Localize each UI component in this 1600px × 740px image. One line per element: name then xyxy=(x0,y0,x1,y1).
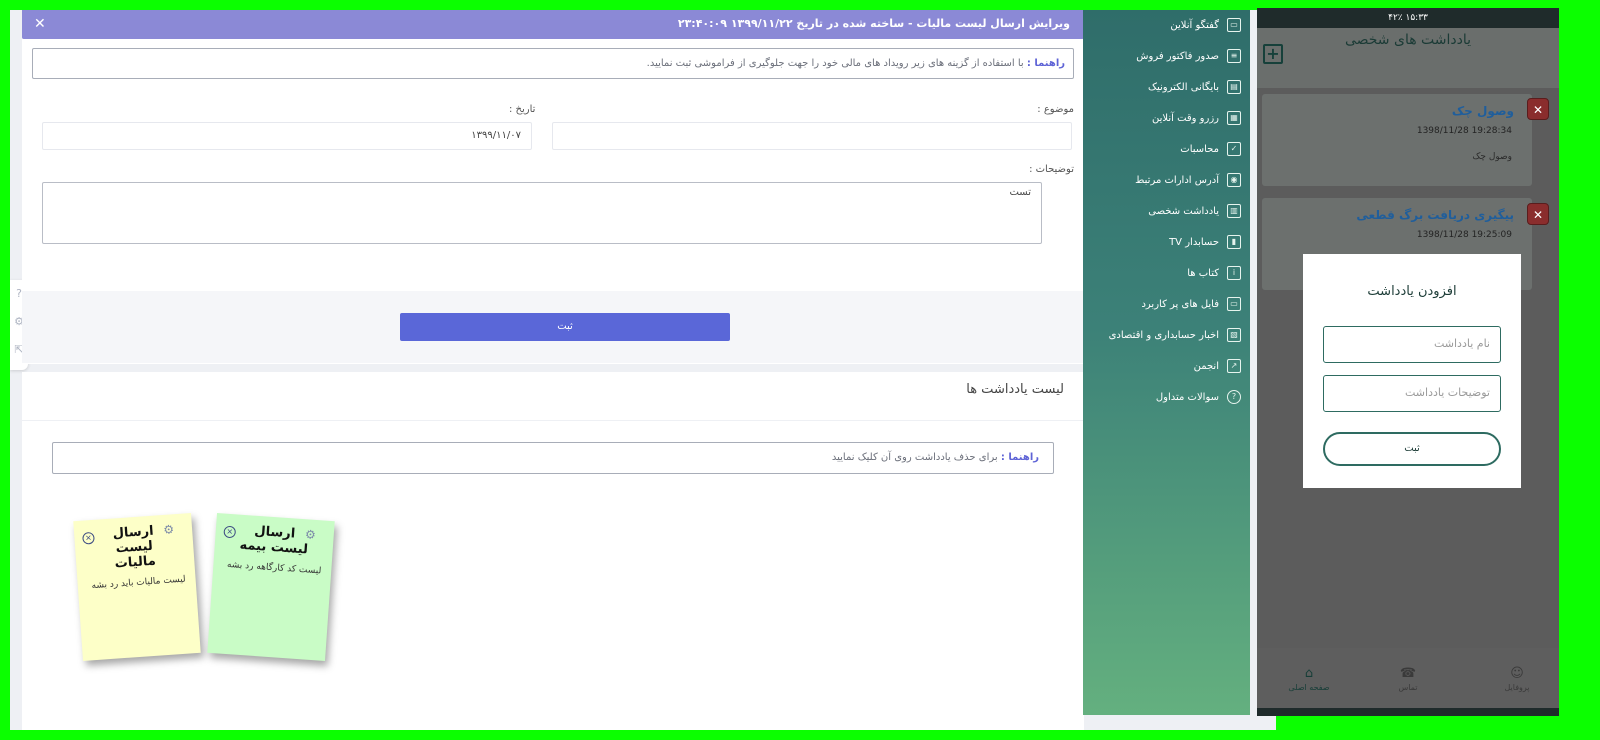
note-body: لیست مالیات باید رد بشه xyxy=(91,574,186,592)
list-hint-text: برای حذف یادداشت روی آن کلیک نمایید xyxy=(831,452,998,463)
sidebar-item-files[interactable]: ▭ فایل های پر کاربرد xyxy=(1091,294,1241,316)
notes-icon: ▥ xyxy=(1227,204,1241,218)
sidebar-item-forum[interactable]: ↗ انجمن xyxy=(1091,356,1241,378)
sidebar-item-label: کتاب ها xyxy=(1187,268,1219,279)
nav-label: پروفایل xyxy=(1504,683,1530,692)
note-date: 1398/11/28 19:28:34 xyxy=(1416,126,1512,136)
archive-icon: ▤ xyxy=(1227,80,1241,94)
sidebar-item-books[interactable]: i کتاب ها xyxy=(1091,263,1241,285)
note-title: وصول چک xyxy=(1451,104,1514,118)
divider xyxy=(22,420,1084,421)
sticky-note[interactable]: ⚙ × ارسال لیست مالیات لیست مالیات باید ر… xyxy=(73,513,201,661)
file-icon: ▭ xyxy=(1227,297,1241,311)
gear-icon[interactable]: ⚙ xyxy=(163,522,175,537)
page-title: یادداشت های شخصی xyxy=(1344,32,1472,48)
sidebar-item-archive[interactable]: ▤ بایگانی الکترونیک xyxy=(1091,77,1241,99)
forum-icon: ↗ xyxy=(1227,359,1241,373)
film-icon: ▮ xyxy=(1227,235,1241,249)
note-description-input[interactable]: توضیحات یادداشت xyxy=(1323,375,1501,412)
sidebar-item-faq[interactable]: ? سوالات متداول xyxy=(1091,387,1241,409)
sidebar-item-invoice[interactable]: ≡ صدور فاکتور فروش xyxy=(1091,46,1241,68)
sidebar-item-booking[interactable]: ▦ رزرو وقت آنلاین xyxy=(1091,108,1241,130)
gear-icon[interactable]: ⚙ xyxy=(305,527,317,542)
sidebar: ▭ گفتگو آنلاین ≡ صدور فاکتور فروش ▤ بایگانی… xyxy=(1083,10,1250,715)
sidebar-item-label: آدرس ادارات مرتبط xyxy=(1135,175,1219,186)
question-icon: ? xyxy=(1227,390,1241,404)
nav-label: تماس xyxy=(1398,683,1418,692)
nav-profile[interactable]: ☺ پروفایل xyxy=(1477,666,1557,692)
dialog-submit-button[interactable]: ثبت xyxy=(1323,432,1501,466)
system-nav-bar xyxy=(1257,708,1559,716)
home-icon: ⌂ xyxy=(1304,666,1314,681)
submit-bar: ثبت xyxy=(22,291,1084,363)
hint-label: راهنما : xyxy=(1026,58,1065,69)
subject-input[interactable] xyxy=(552,122,1072,150)
sidebar-item-label: رزرو وقت آنلاین xyxy=(1151,113,1219,124)
note-date: 1398/11/28 19:25:09 xyxy=(1416,230,1512,240)
sidebar-item-addresses[interactable]: ◉ آدرس ادارات مرتبط xyxy=(1091,170,1241,192)
sidebar-item-label: محاسبات xyxy=(1180,144,1219,155)
modal-header: ویرایش ارسال لیست مالیات - ساخته شده در … xyxy=(22,10,1084,39)
note-body: لیست کد کارگاهه رد بشه xyxy=(226,559,322,577)
sidebar-item-label: انجمن xyxy=(1193,361,1219,372)
sidebar-item-label: بایگانی الکترونیک xyxy=(1148,82,1219,93)
user-icon: ☺ xyxy=(1510,666,1524,681)
sidebar-item-label: گفتگو آنلاین xyxy=(1170,20,1219,31)
calendar-icon: ▦ xyxy=(1227,111,1241,125)
clipboard-icon: ✓ xyxy=(1227,142,1241,156)
nav-home[interactable]: ⌂ صفحه اصلی xyxy=(1269,666,1349,692)
list-hint-box: راهنما : برای حذف یادداشت روی آن کلیک نم… xyxy=(52,442,1054,474)
book-icon: i xyxy=(1227,266,1241,280)
note-description: وصول چک xyxy=(1472,152,1512,162)
sidebar-item-tv[interactable]: ▮ حسابدار TV xyxy=(1091,232,1241,254)
hint-text: با استفاده از گزینه های زیر رویداد های م… xyxy=(646,58,1024,69)
status-bar: ۱۵:۳۳ ۴۲٪ xyxy=(1257,8,1559,28)
date-input[interactable]: ۱۳۹۹/۱۱/۰۷ xyxy=(42,122,532,150)
sidebar-item-label: سوالات متداول xyxy=(1155,392,1219,403)
add-note-dialog: افزودن یادداشت نام یادداشت توضیحات یاددا… xyxy=(1303,254,1521,488)
sidebar-item-label: حسابدار TV xyxy=(1169,237,1219,248)
edit-form: راهنما : با استفاده از گزینه های زیر روی… xyxy=(22,39,1084,364)
delete-icon[interactable]: × xyxy=(223,525,237,539)
submit-button[interactable]: ثبت xyxy=(400,313,730,341)
bottom-nav: ☺ پروفایل ☎ تماس ⌂ صفحه اصلی xyxy=(1257,648,1559,708)
sidebar-item-personal-notes[interactable]: ▥ یادداشت شخصی xyxy=(1091,201,1241,223)
note-title: ارسال لیست بیمه xyxy=(239,523,309,558)
chat-icon: ▭ xyxy=(1227,18,1241,32)
description-label: توضیحات : xyxy=(1029,164,1074,175)
note-title: پیگیری دریافت برگ قطعی xyxy=(1356,208,1514,222)
map-pin-icon: ◉ xyxy=(1227,173,1241,187)
hint-box: راهنما : با استفاده از گزینه های زیر روی… xyxy=(32,48,1074,79)
trash-icon[interactable]: ✕ xyxy=(1527,98,1549,120)
invoice-icon: ≡ xyxy=(1227,49,1241,63)
subject-label: موضوع : xyxy=(1037,104,1074,115)
sidebar-item-label: صدور فاکتور فروش xyxy=(1136,51,1219,62)
list-item[interactable]: وصول چک 1398/11/28 19:28:34 وصول چک xyxy=(1262,94,1532,186)
notes-list-title: لیست یادداشت ها xyxy=(966,382,1064,397)
dialog-title: افزودن یادداشت xyxy=(1367,284,1457,299)
note-title: ارسال لیست مالیات xyxy=(112,523,157,572)
modal-title: ویرایش ارسال لیست مالیات - ساخته شده در … xyxy=(677,17,1070,30)
nav-label: صفحه اصلی xyxy=(1288,683,1330,692)
close-icon[interactable]: ✕ xyxy=(34,10,46,38)
phone-icon: ☎ xyxy=(1399,666,1417,681)
sidebar-item-news[interactable]: ▧ اخبار حسابداری و اقتصادی xyxy=(1091,325,1241,347)
sidebar-item-label: فایل های پر کاربرد xyxy=(1141,299,1219,310)
nav-contact[interactable]: ☎ تماس xyxy=(1368,666,1448,692)
sticky-note[interactable]: ⚙ × ارسال لیست بیمه لیست کد کارگاهه رد ب… xyxy=(207,513,335,661)
sidebar-item-label: یادداشت شخصی xyxy=(1148,206,1219,217)
news-icon: ▧ xyxy=(1227,328,1241,342)
description-textarea[interactable]: تست xyxy=(42,182,1042,244)
sidebar-item-calculations[interactable]: ✓ محاسبات xyxy=(1091,139,1241,161)
add-note-button[interactable]: + xyxy=(1263,44,1283,64)
date-label: تاریخ : xyxy=(509,104,536,115)
note-name-input[interactable]: نام یادداشت xyxy=(1323,326,1501,363)
phone-screen: ۱۵:۳۳ ۴۲٪ یادداشت های شخصی + وصول چک 139… xyxy=(1257,8,1559,716)
list-hint-label: راهنما : xyxy=(1000,452,1039,463)
delete-icon[interactable]: × xyxy=(82,531,95,545)
sidebar-item-label: اخبار حسابداری و اقتصادی xyxy=(1108,330,1219,341)
sidebar-item-chat[interactable]: ▭ گفتگو آنلاین xyxy=(1091,15,1241,37)
trash-icon[interactable]: ✕ xyxy=(1527,203,1549,225)
